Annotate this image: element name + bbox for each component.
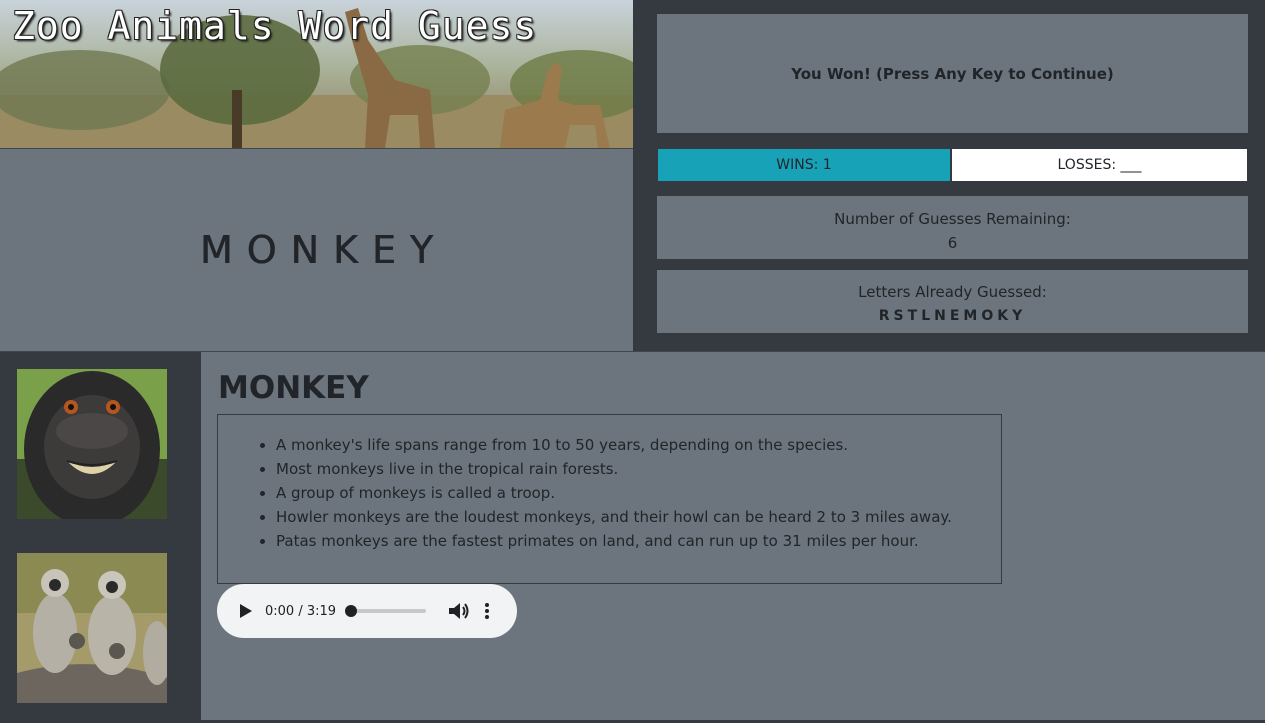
score-row: WINS: 1 LOSSES: ___ — [657, 148, 1248, 182]
audio-progress-thumb[interactable] — [345, 605, 358, 617]
animal-images-column — [0, 352, 201, 723]
letters-guessed-box: Letters Already Guessed: RSTLNEMOKY — [657, 270, 1248, 333]
fact-item: A monkey's life spans range from 10 to 5… — [276, 433, 1001, 457]
guesses-remaining-box: Number of Guesses Remaining: 6 — [657, 196, 1248, 259]
losses-counter: LOSSES: ___ — [952, 149, 1247, 181]
fact-item: Most monkeys live in the tropical rain f… — [276, 457, 1001, 481]
volume-icon[interactable] — [448, 601, 470, 621]
audio-progress-slider[interactable] — [345, 605, 427, 617]
wins-counter: WINS: 1 — [658, 149, 952, 181]
animal-info-panel: MONKEY A monkey's life spans range from … — [201, 352, 1265, 720]
monkey-family-image — [17, 553, 167, 703]
fact-item: Howler monkeys are the loudest monkeys, … — [276, 505, 1001, 529]
guesses-remaining-value: 6 — [947, 234, 958, 252]
audio-time-display: 0:00 / 3:19 — [265, 603, 337, 619]
animal-facts-list: A monkey's life spans range from 10 to 5… — [256, 433, 1001, 553]
current-word-display: MONKEY — [199, 228, 448, 272]
word-panel: MONKEY — [0, 148, 633, 351]
more-vert-icon[interactable] — [484, 602, 490, 620]
page-title: Zoo Animals Word Guess — [12, 4, 538, 48]
guesses-remaining-label: Number of Guesses Remaining: — [834, 210, 1071, 228]
game-status-box: You Won! (Press Any Key to Continue) — [657, 14, 1248, 133]
header-banner: Zoo Animals Word Guess — [0, 0, 633, 148]
monkey-portrait-image — [17, 369, 167, 519]
letters-guessed-value: RSTLNEMOKY — [878, 308, 1027, 324]
play-icon[interactable] — [239, 603, 253, 619]
animal-title: MONKEY — [218, 370, 369, 406]
fact-item: Patas monkeys are the fastest primates o… — [276, 529, 1001, 553]
fact-item: A group of monkeys is called a troop. — [276, 481, 1001, 505]
animal-facts-box: A monkey's life spans range from 10 to 5… — [217, 414, 1002, 584]
letters-guessed-label: Letters Already Guessed: — [858, 283, 1047, 301]
audio-player[interactable]: 0:00 / 3:19 — [217, 584, 517, 638]
game-status-message: You Won! (Press Any Key to Continue) — [791, 64, 1114, 83]
